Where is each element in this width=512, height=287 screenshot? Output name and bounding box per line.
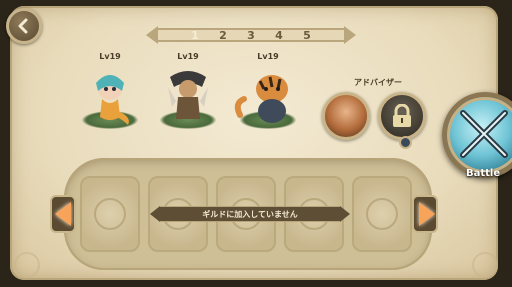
corner-ornament (14, 252, 40, 278)
prev-arrow-button[interactable] (52, 199, 74, 229)
advisor-label: アドバイザー (354, 78, 402, 87)
next-arrow-button[interactable] (416, 199, 438, 229)
guild-status-banner: ギルドに加入していません (150, 206, 350, 222)
crossed-swords-icon (460, 110, 508, 158)
page-tab-1[interactable]: 1 (181, 24, 209, 46)
lock-badge-icon (399, 136, 412, 149)
page-tab-3[interactable]: 3 (237, 24, 265, 46)
battle-label: Battle (466, 168, 501, 179)
chevron-left-icon (18, 18, 28, 34)
page-tab-5[interactable]: 5 (293, 24, 321, 46)
hero-slot-1[interactable]: Lv19 (78, 52, 142, 131)
hero-level: Lv19 (177, 52, 199, 61)
tiger-hero-portrait (234, 75, 288, 123)
advisor-slot-2[interactable] (378, 92, 426, 140)
arrow-right-icon (419, 202, 435, 226)
back-button[interactable] (6, 8, 42, 44)
hero-level: Lv19 (99, 52, 121, 61)
arrow-left-icon (55, 202, 71, 226)
hero-slot-2[interactable]: Lv19 (156, 52, 220, 131)
page-tab-4[interactable]: 4 (265, 24, 293, 46)
guild-status-text: ギルドに加入していません (202, 209, 298, 219)
bird-warrior-hero-portrait (168, 71, 208, 119)
team-pager: 1 2 3 4 5 (146, 24, 356, 46)
guild-slot[interactable] (352, 176, 412, 252)
page-tab-2[interactable]: 2 (209, 24, 237, 46)
guild-slot[interactable] (80, 176, 140, 252)
corner-ornament (472, 252, 498, 278)
mermaid-hero-portrait (96, 75, 129, 125)
lock-icon (393, 104, 411, 127)
hero-level: Lv19 (257, 52, 279, 61)
hero-slot-3[interactable]: Lv19 (234, 52, 300, 131)
advisor-slot-1[interactable] (322, 92, 370, 140)
